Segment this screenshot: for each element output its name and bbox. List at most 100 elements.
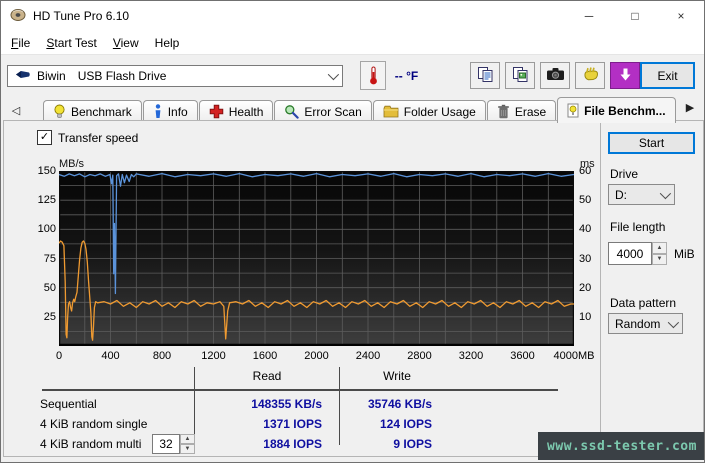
queue-depth-stepper: 32 ▲ ▼: [152, 434, 195, 454]
menu-view[interactable]: View: [105, 34, 147, 52]
health-icon: [209, 104, 224, 119]
file-length-input[interactable]: 4000: [608, 242, 652, 265]
row-label: 4 KiB random multi: [40, 437, 142, 451]
results-table: Read Write Sequential 148355 KB/s 35746 …: [4, 366, 600, 454]
menu-help[interactable]: Help: [147, 34, 188, 52]
hand-button[interactable]: [575, 62, 606, 89]
copy-image-icon: [512, 66, 529, 86]
y-left-tick: 100: [37, 223, 56, 236]
data-pattern-value: Random: [615, 316, 661, 331]
camera-button[interactable]: [540, 62, 571, 89]
drive-label: Drive: [610, 167, 639, 181]
y-left-tick: 50: [43, 281, 56, 294]
info-icon: [153, 104, 163, 119]
transfer-speed-checkbox[interactable]: ✓: [37, 130, 52, 145]
usb-drive-icon: [14, 69, 31, 83]
chevron-down-icon: [659, 187, 672, 199]
temperature-button[interactable]: [360, 61, 386, 90]
file-length-unit: MiB: [674, 246, 695, 261]
temperature-value: -- °F: [394, 68, 419, 83]
spinner-up-icon[interactable]: ▲: [180, 434, 195, 444]
tab-label: Benchmark: [71, 104, 132, 119]
maximize-button[interactable]: □: [612, 1, 658, 31]
tab-health[interactable]: Health: [198, 100, 274, 122]
start-button-label: Start: [638, 136, 665, 150]
drive-combobox[interactable]: D:: [608, 184, 675, 205]
download-button[interactable]: [610, 62, 641, 89]
tab-error-scan[interactable]: Error Scan: [274, 100, 372, 122]
menu-file[interactable]: File: [3, 34, 38, 52]
y-left-tick: 150: [37, 165, 56, 177]
y-left-tick-labels: 150 125 100 75 50 25: [28, 165, 56, 346]
tab-file-benchm[interactable]: File Benchm...: [557, 97, 676, 123]
file-length-label: File length: [610, 220, 666, 234]
table-row: Sequential 148355 KB/s 35746 KB/s: [4, 397, 600, 414]
transfer-speed-label: Transfer speed: [58, 130, 139, 145]
tab-label: Info: [167, 104, 188, 119]
row-label: Sequential: [40, 397, 97, 411]
x-tick: 3200: [458, 350, 484, 362]
x-tick: 1200: [201, 350, 226, 362]
tab-erase[interactable]: Erase: [486, 100, 557, 122]
download-icon: [619, 68, 632, 84]
toolbar: Biwin USB Flash Drive -- °F Exit: [1, 54, 704, 96]
minimize-button[interactable]: ─: [566, 1, 612, 31]
results-header-divider: [42, 389, 558, 391]
menu-bar: File Start Test View Help: [1, 31, 704, 54]
y-left-axis-unit: MB/s: [59, 158, 85, 170]
tab-label: Folder Usage: [403, 104, 476, 119]
spinner-down-icon[interactable]: ▼: [652, 253, 667, 265]
x-tick: 2000: [304, 350, 329, 362]
drive-value: D:: [615, 187, 627, 202]
folder-icon: [383, 105, 399, 118]
spinner-down-icon[interactable]: ▼: [180, 444, 195, 454]
x-tick: 2400: [355, 350, 381, 362]
camera-icon: [546, 67, 565, 84]
x-tick: 1600: [252, 350, 278, 362]
row-label: 4 KiB random single: [40, 417, 148, 431]
app-window: HD Tune Pro 6.10 ─ □ × File Start Test View H…: [0, 0, 705, 463]
caption-buttons: ─ □ ×: [566, 1, 704, 31]
app-icon: [10, 8, 26, 25]
close-button[interactable]: ×: [658, 1, 704, 31]
y-left-tick: 75: [43, 252, 56, 265]
tab-scroll-right-icon[interactable]: ▶: [681, 98, 699, 116]
random-multi-write-value: 9 IOPS: [393, 437, 432, 451]
trash-icon: [497, 104, 510, 119]
tab-label: File Benchm...: [584, 103, 666, 118]
queue-depth-value[interactable]: 32: [152, 434, 180, 454]
x-tick: 3600: [510, 350, 535, 362]
watermark: www.ssd-tester.com: [538, 432, 704, 460]
tab-benchmark[interactable]: Benchmark: [43, 100, 142, 122]
random-multi-read-value: 1884 IOPS: [263, 437, 322, 451]
chevron-down-icon: [327, 68, 340, 80]
scan-icon: [284, 104, 300, 119]
tab-label: Error Scan: [304, 104, 362, 119]
x-tick: 4000MB: [553, 350, 595, 362]
tab-scroll-left-icon[interactable]: ◁: [7, 101, 25, 119]
drive-select-combobox[interactable]: Biwin USB Flash Drive: [7, 64, 344, 87]
spinner-up-icon[interactable]: ▲: [652, 242, 667, 254]
hand-icon: [582, 66, 599, 85]
table-row: 4 KiB random single 1371 IOPS 124 IOPS: [4, 417, 600, 434]
x-tick: 2800: [407, 350, 432, 362]
data-pattern-label: Data pattern: [610, 296, 677, 310]
tab-folder-usage[interactable]: Folder Usage: [372, 100, 486, 122]
x-tick: 800: [152, 350, 172, 362]
chart-area: ✓ Transfer speed MB/s ms 150 125 100 75 50 25…: [4, 121, 601, 456]
tab-info[interactable]: Info: [142, 100, 198, 122]
title-bar: HD Tune Pro 6.10 ─ □ ×: [1, 1, 704, 31]
bulb-icon: [53, 104, 66, 119]
data-pattern-combobox[interactable]: Random: [608, 313, 683, 334]
results-header-row: Read Write: [4, 369, 600, 385]
y-left-tick: 25: [43, 310, 56, 323]
device-vendor: Biwin: [37, 68, 66, 83]
copy-image-button[interactable]: [505, 62, 536, 89]
start-button[interactable]: Start: [608, 132, 695, 154]
window-title: HD Tune Pro 6.10: [33, 9, 130, 23]
x-tick: 400: [101, 350, 120, 362]
copy-pages-button[interactable]: [470, 62, 501, 89]
tab-label: Health: [228, 104, 264, 119]
menu-start-test[interactable]: Start Test: [38, 34, 104, 52]
exit-button[interactable]: Exit: [640, 62, 695, 89]
